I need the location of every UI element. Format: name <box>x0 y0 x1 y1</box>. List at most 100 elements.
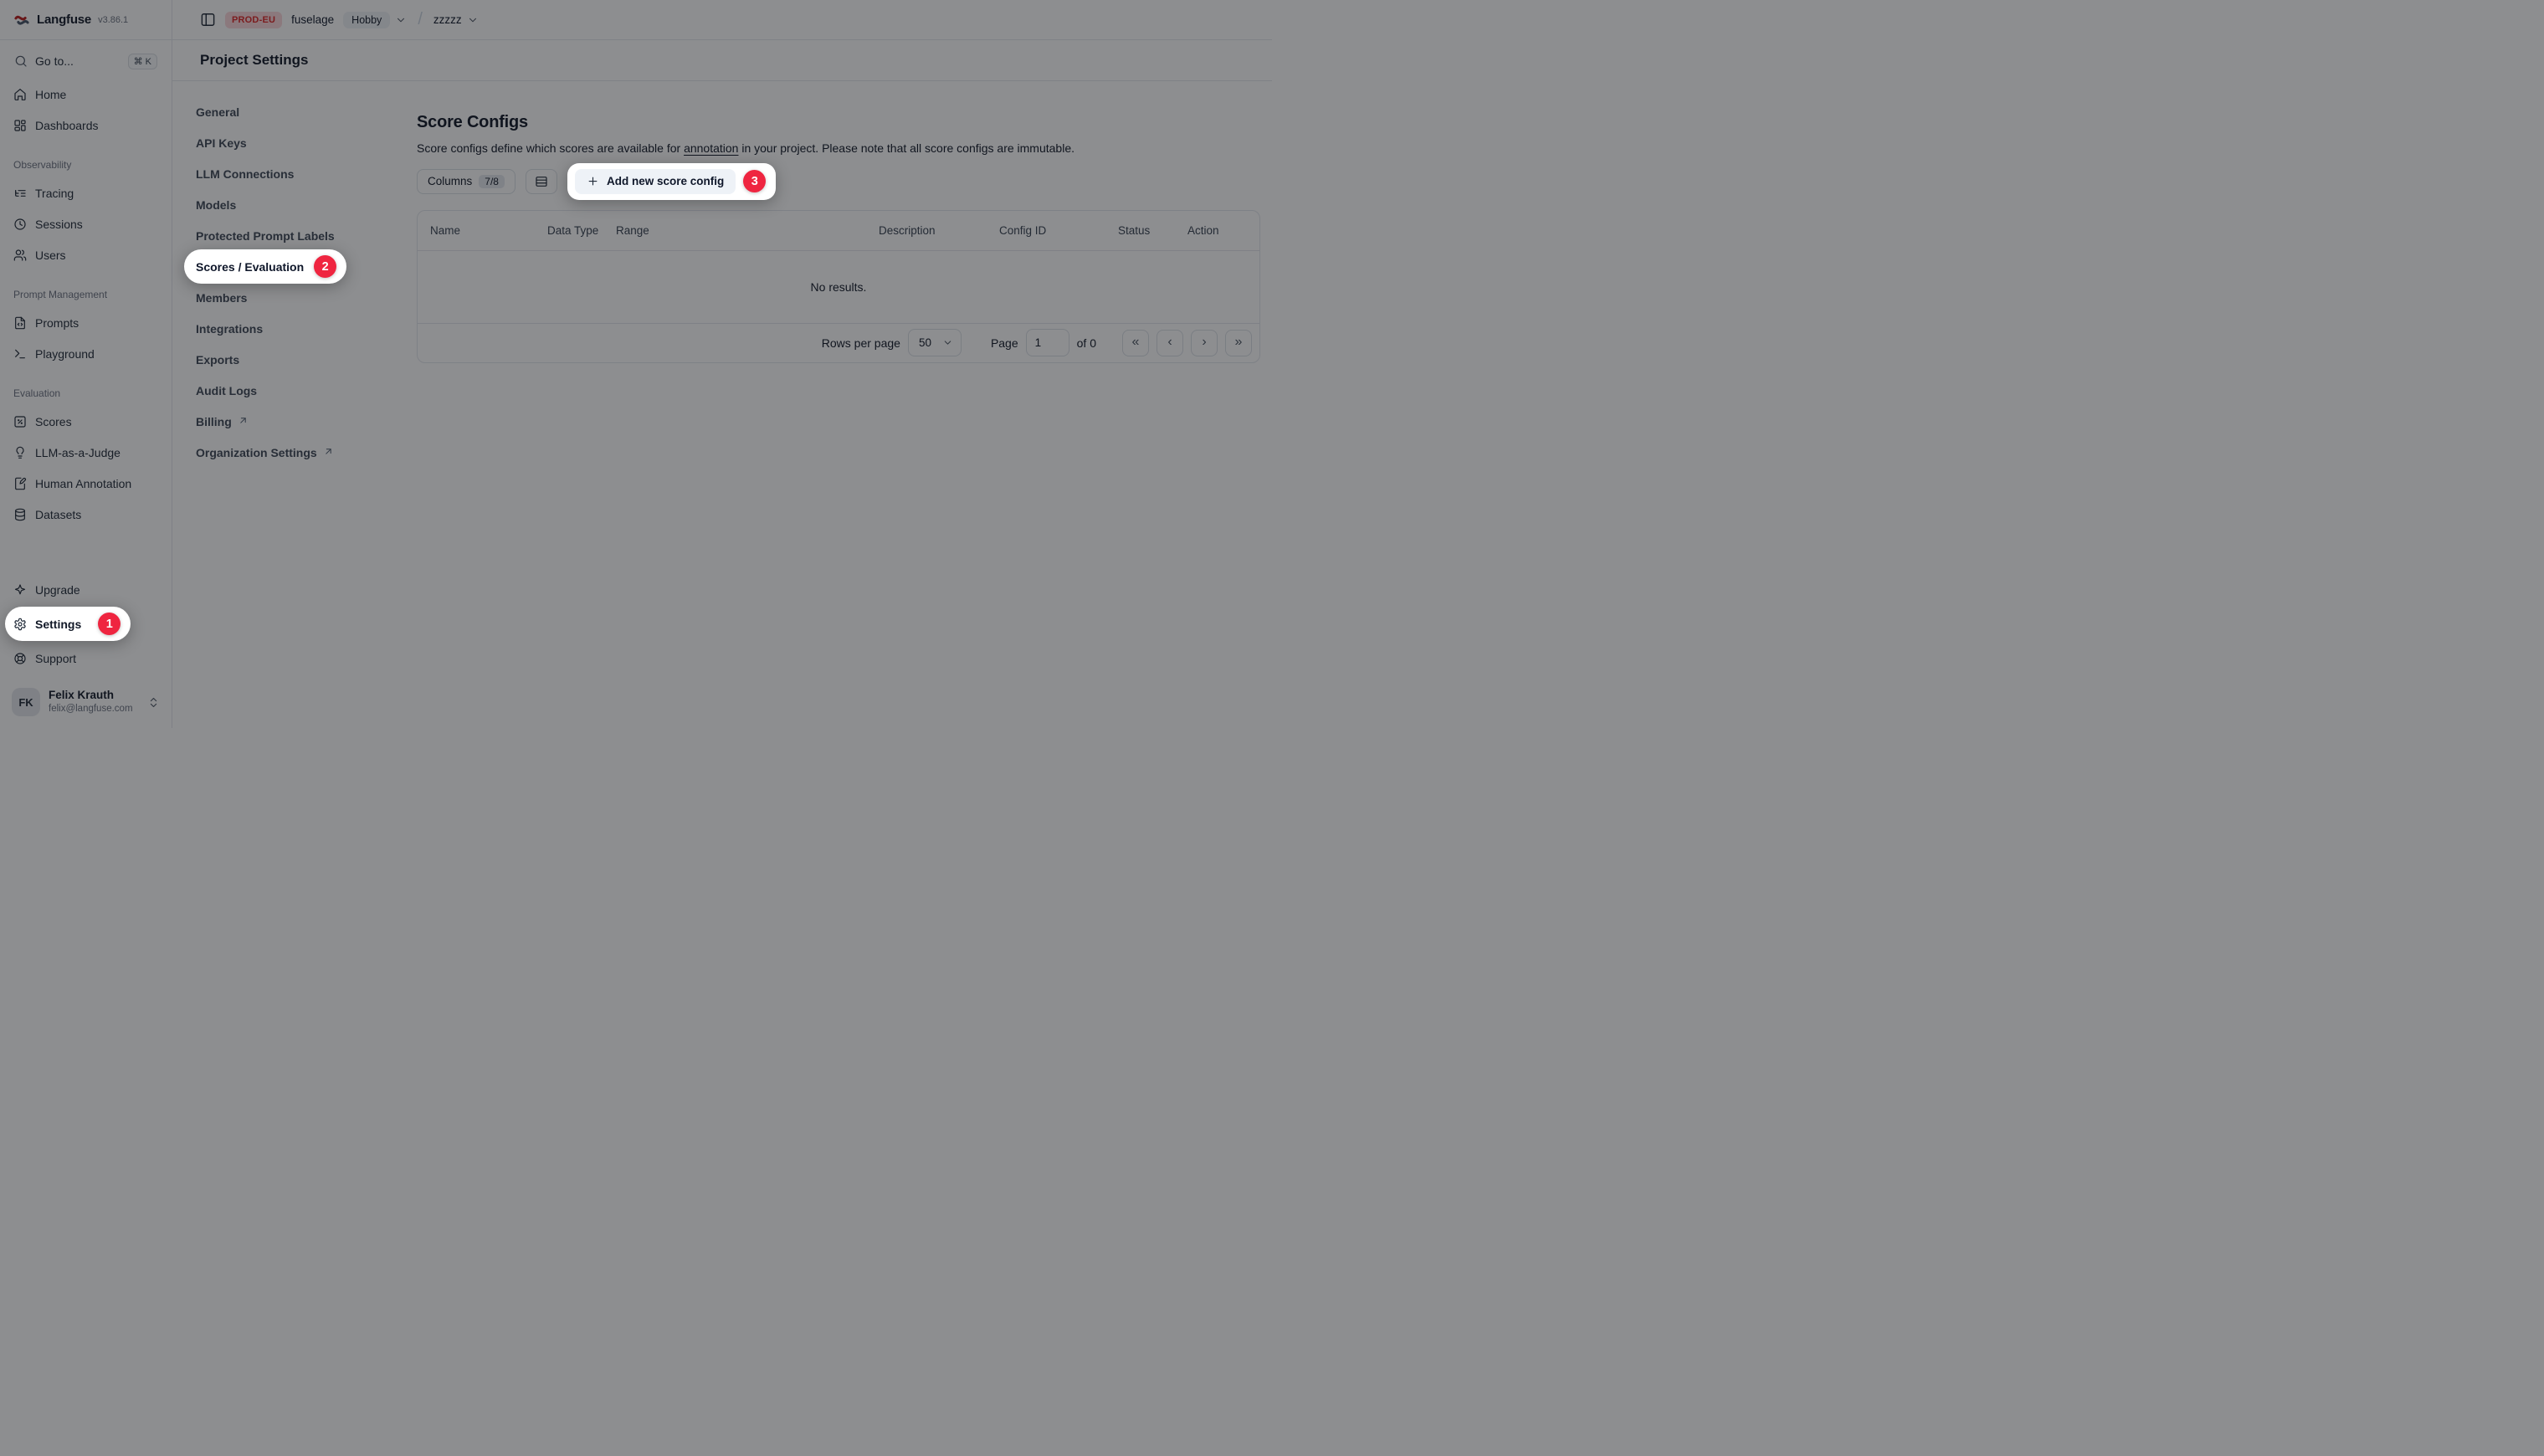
sidebar-item-label: Home <box>35 88 66 101</box>
external-link-arrow-icon <box>323 446 334 457</box>
add-score-config-button[interactable]: Add new score config <box>575 169 736 194</box>
sidebar-item-home[interactable]: Home <box>0 79 172 110</box>
plus-icon <box>587 175 599 187</box>
panel-left-toggle-icon[interactable] <box>200 12 216 28</box>
search-icon <box>14 54 28 68</box>
sidebar-item-dashboards[interactable]: Dashboards <box>0 110 172 141</box>
sidebar: Langfuse v3.86.1 Go to... ⌘ K Home <box>0 0 172 728</box>
sidebar-item-human-annotation[interactable]: Human Annotation <box>0 468 172 499</box>
sidebar-item-label: Upgrade <box>35 583 80 597</box>
settings-nav-protected-prompt-labels[interactable]: Protected Prompt Labels <box>196 220 398 251</box>
sidebar-item-sessions[interactable]: Sessions <box>0 208 172 239</box>
last-page-button[interactable]: » <box>1225 330 1252 356</box>
first-page-button[interactable]: « <box>1122 330 1149 356</box>
settings-nav-api-keys[interactable]: API Keys <box>196 127 398 158</box>
settings-nav-label: Scores / Evaluation <box>196 260 304 274</box>
settings-nav-organization-settings[interactable]: Organization Settings <box>196 437 398 468</box>
goto-search-button[interactable]: Go to... ⌘ K <box>8 47 163 75</box>
goto-label: Go to... <box>35 54 74 68</box>
sidebar-item-upgrade[interactable]: Upgrade <box>0 574 172 605</box>
section-label-observability: Observability <box>0 152 172 177</box>
score-configs-table-card: Name Data Type Range Description Config … <box>417 210 1260 363</box>
sidebar-item-label: Settings <box>35 618 81 631</box>
sidebar-item-playground[interactable]: Playground <box>0 338 172 369</box>
brand-row[interactable]: Langfuse v3.86.1 <box>0 0 172 40</box>
user-name: Felix Krauth <box>49 689 133 703</box>
column-header-name: Name <box>418 211 547 251</box>
app-name: Langfuse <box>37 13 91 27</box>
settings-nav-billing[interactable]: Billing <box>196 406 398 437</box>
description-text: in your project. Please note that all sc… <box>738 141 1075 155</box>
sidebar-item-users[interactable]: Users <box>0 239 172 270</box>
sidebar-item-label: Dashboards <box>35 119 99 132</box>
pagination-bar: Rows per page 50 Page of 0 « ‹ › <box>418 323 1259 362</box>
column-header-config-id: Config ID <box>999 211 1118 251</box>
tutorial-step-badge-1: 1 <box>98 613 121 635</box>
sidebar-item-label: Datasets <box>35 508 81 521</box>
user-email: felix@langfuse.com <box>49 703 133 715</box>
column-header-status: Status <box>1118 211 1187 251</box>
percent-square-icon <box>13 415 27 428</box>
terminal-icon <box>13 347 27 361</box>
table-toolbar: Columns 7/8 Add new score con <box>417 169 1272 194</box>
section-label-prompt-management: Prompt Management <box>0 282 172 307</box>
lightbulb-icon <box>13 446 27 459</box>
sidebar-item-prompts[interactable]: Prompts <box>0 307 172 338</box>
settings-nav-models[interactable]: Models <box>196 189 398 220</box>
sidebar-item-tracing[interactable]: Tracing <box>0 177 172 208</box>
app-version: v3.86.1 <box>98 15 128 25</box>
org-name[interactable]: fuselage <box>291 13 334 26</box>
tutorial-step-badge-3: 3 <box>743 170 766 192</box>
settings-nav-exports[interactable]: Exports <box>196 344 398 375</box>
description-text: Score configs define which scores are av… <box>417 141 684 155</box>
column-header-range: Range <box>616 211 879 251</box>
page-count-label: of 0 <box>1077 336 1096 350</box>
columns-button[interactable]: Columns 7/8 <box>417 169 515 194</box>
empty-state-text: No results. <box>418 251 1259 323</box>
chevron-down-icon <box>467 14 479 26</box>
plan-switcher[interactable]: Hobby <box>343 12 407 28</box>
sidebar-item-label: LLM-as-a-Judge <box>35 446 121 459</box>
app-window: Langfuse v3.86.1 Go to... ⌘ K Home <box>0 0 1272 728</box>
home-icon <box>13 88 27 101</box>
rows-per-page-select[interactable]: 50 <box>908 329 962 356</box>
empty-state-row: No results. <box>418 251 1259 323</box>
rows-icon <box>535 175 548 188</box>
project-switcher[interactable]: zzzzz <box>433 13 479 26</box>
page-title: Project Settings <box>172 40 1272 81</box>
goto-shortcut: ⌘ K <box>128 54 157 69</box>
section-description: Score configs define which scores are av… <box>417 141 1272 157</box>
life-buoy-icon <box>13 652 27 665</box>
settings-nav-label: Billing <box>196 415 232 428</box>
add-score-config-spotlight: Add new score config 3 <box>567 163 776 200</box>
sidebar-item-settings[interactable]: Settings 1 <box>5 607 131 641</box>
sidebar-item-scores[interactable]: Scores <box>0 406 172 437</box>
row-height-button[interactable] <box>526 169 557 194</box>
notebook-pen-icon <box>13 477 27 490</box>
settings-nav-llm-connections[interactable]: LLM Connections <box>196 158 398 189</box>
page-number-input[interactable] <box>1026 329 1069 356</box>
settings-nav-audit-logs[interactable]: Audit Logs <box>196 375 398 406</box>
user-menu[interactable]: FK Felix Krauth felix@langfuse.com <box>7 684 165 720</box>
settings-nav-general[interactable]: General <box>196 96 398 127</box>
settings-nav-integrations[interactable]: Integrations <box>196 313 398 344</box>
users-icon <box>13 249 27 262</box>
settings-nav-scores-evaluation[interactable]: Scores / Evaluation 2 <box>184 249 346 284</box>
section-label-evaluation: Evaluation <box>0 381 172 406</box>
page-label: Page <box>991 336 1018 350</box>
settings-content: General API Keys LLM Connections Models … <box>172 81 1272 728</box>
annotation-link[interactable]: annotation <box>684 141 738 155</box>
settings-nav-members[interactable]: Members <box>196 282 398 313</box>
column-header-action: Action <box>1187 211 1259 251</box>
sidebar-item-support[interactable]: Support <box>0 643 172 674</box>
sidebar-item-datasets[interactable]: Datasets <box>0 499 172 530</box>
next-page-button[interactable]: › <box>1191 330 1218 356</box>
environment-badge: PROD-EU <box>225 12 282 28</box>
sidebar-item-label: Playground <box>35 347 95 361</box>
sidebar-item-llm-as-a-judge[interactable]: LLM-as-a-Judge <box>0 437 172 468</box>
langfuse-logo <box>13 12 30 28</box>
plan-badge: Hobby <box>343 12 390 28</box>
previous-page-button[interactable]: ‹ <box>1157 330 1183 356</box>
rows-per-page-value: 50 <box>919 336 931 349</box>
score-configs-panel: Score Configs Score configs define which… <box>398 96 1272 728</box>
